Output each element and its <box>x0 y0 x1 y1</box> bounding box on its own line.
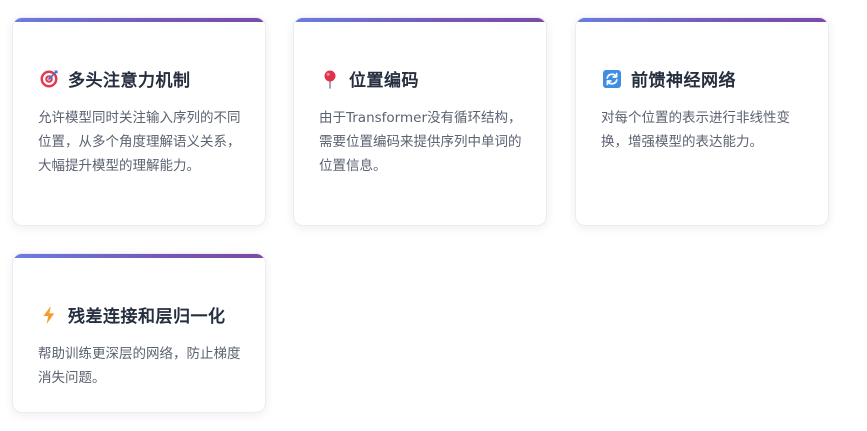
card-description: 由于Transformer没有循环结构，需要位置编码来提供序列中单词的位置信息。 <box>319 110 522 174</box>
card-title-text: 多头注意力机制 <box>68 71 191 91</box>
feature-card-residual-layernorm: 残差连接和层归一化 帮助训练更深层的网络，防止梯度消失问题。 <box>12 253 266 413</box>
card-title: 位置编码 <box>320 66 419 91</box>
lightning-icon <box>39 305 59 325</box>
card-title-text: 残差连接和层归一化 <box>68 307 226 327</box>
feature-card-grid: 多头注意力机制 允许模型同时关注输入序列的不同位置，从多个角度理解语义关系，大幅… <box>0 0 867 431</box>
feature-card-multi-head-attention: 多头注意力机制 允许模型同时关注输入序列的不同位置，从多个角度理解语义关系，大幅… <box>12 17 266 226</box>
target-icon <box>39 69 59 89</box>
feature-card-feed-forward: 前馈神经网络 对每个位置的表示进行非线性变换，增强模型的表达能力。 <box>575 17 829 226</box>
card-title-text: 前馈神经网络 <box>631 71 736 91</box>
card-description: 对每个位置的表示进行非线性变换，增强模型的表达能力。 <box>601 110 790 150</box>
pushpin-icon <box>320 69 340 89</box>
card-title-text: 位置编码 <box>349 71 419 91</box>
card-description: 帮助训练更深层的网络，防止梯度消失问题。 <box>38 346 241 386</box>
refresh-icon <box>602 69 622 89</box>
card-title: 前馈神经网络 <box>602 66 736 91</box>
card-description: 允许模型同时关注输入序列的不同位置，从多个角度理解语义关系，大幅提升模型的理解能… <box>38 110 241 174</box>
feature-card-positional-encoding: 位置编码 由于Transformer没有循环结构，需要位置编码来提供序列中单词的… <box>293 17 547 226</box>
card-title: 残差连接和层归一化 <box>39 302 226 327</box>
card-title: 多头注意力机制 <box>39 66 191 91</box>
